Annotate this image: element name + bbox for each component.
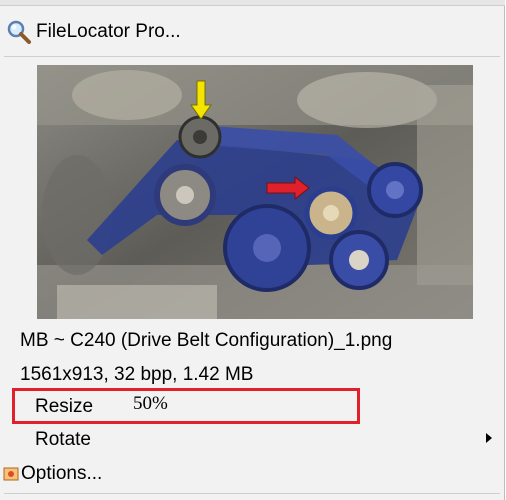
menu-top-edge: [0, 0, 505, 6]
magnifier-icon: [6, 19, 32, 45]
menu-item-options[interactable]: Options...: [0, 459, 504, 489]
menu-separator: [4, 493, 500, 494]
file-name: MB ~ C240 (Drive Belt Configuration)_1.p…: [20, 330, 393, 351]
menu-item-rotate[interactable]: Rotate: [0, 425, 504, 455]
submenu-arrow-icon: [486, 433, 492, 443]
image-preview-thumbnail: [37, 65, 473, 319]
file-info: 1561x913, 32 bpp, 1.42 MB: [20, 364, 254, 385]
menu-item-label: Options...: [21, 463, 103, 484]
menu-item-filelocator[interactable]: FileLocator Pro...: [0, 14, 504, 50]
context-menu: FileLocator Pro... MB ~ C240 (Drive Belt…: [0, 0, 505, 500]
menu-item-label: Rotate: [35, 429, 91, 450]
options-icon: [3, 466, 19, 482]
menu-item-label: FileLocator Pro...: [36, 21, 181, 42]
menu-separator: [4, 56, 500, 57]
highlight-annotation-box: [12, 388, 360, 424]
